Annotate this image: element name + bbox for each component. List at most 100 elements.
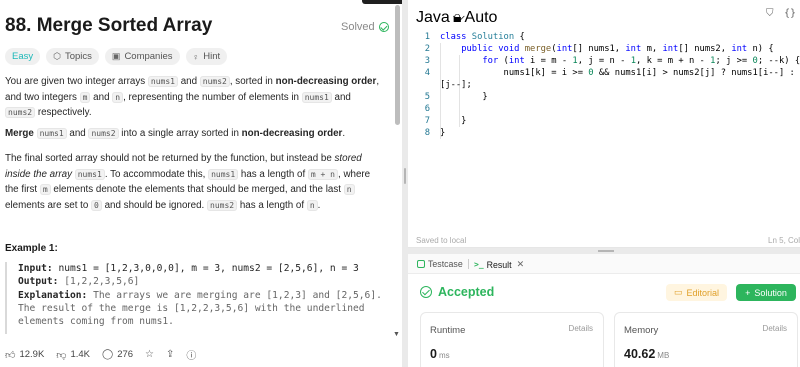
text: elements denote the elements that should… [50,184,344,195]
bold-text: Merge [5,128,34,139]
inline-code: n [343,184,355,195]
details-link[interactable]: Details [569,324,593,333]
description-paragraph-2: Merge nums1 and nums2 into a single arra… [5,126,381,142]
splitter-grip[interactable] [598,250,614,252]
lightbulb-icon: ♀ [192,51,200,62]
inline-code: nums1 [301,91,332,103]
code-line-2: public void merge(int[] nums1, int m, in… [461,44,774,54]
text: You are given two integer arrays [5,76,148,87]
details-link[interactable]: Details [763,324,787,333]
star-icon: ☆ [145,349,155,360]
leetcode-workspace: 88. Merge Sorted Array Solved Easy ⬡ Topi… [0,0,800,367]
inline-code: nums2 [88,128,119,139]
tag-bar: Easy ⬡ Topics ▣ Companies ♀ Hint [5,48,228,65]
memory-card[interactable]: Memory Details 40.62 MB [614,312,798,367]
lock-icon: ▣ [111,51,121,61]
check-circle-icon [378,22,389,32]
check-circle-icon [420,286,432,298]
lock-icon: 🔒︎ [453,9,462,26]
inline-code: n [112,91,124,103]
runtime-label: Runtime [430,325,466,336]
comments-button[interactable]: ◯ 276 [102,349,133,360]
auto-mode-toggle[interactable]: 🔒︎ Auto [453,9,497,27]
like-count: 12.9K [19,349,45,360]
explanation-text: The result of the merge is [1,2,2,3,5,6]… [18,302,365,314]
output-value: [1,2,2,3,5,6] [64,276,140,288]
text: respectively. [35,107,92,118]
comment-count: 276 [117,349,134,360]
description-paragraph-1: You are given two integer arrays nums1 a… [5,74,381,121]
example-title: Example 1: [5,243,58,254]
companies-button[interactable]: ▣ Companies [104,48,180,65]
problem-title: 88. Merge Sorted Array [5,15,213,36]
explanation-text: The arrays we are merging are [1,2,3] an… [93,289,382,301]
solution-button[interactable]: + Solution [736,284,796,301]
text: into a single array sorted in [118,128,242,139]
help-button[interactable]: ⓘ [186,347,196,362]
text: and [331,91,351,103]
topics-button[interactable]: ⬡ Topics [46,48,99,65]
tag-icon: ⬡ [53,51,61,61]
inline-code: m + n [307,168,338,180]
inline-code: nums1 [74,168,105,180]
runtime-card[interactable]: Runtime Details 0 ms [420,312,604,367]
text: . [317,199,321,211]
difficulty-label: Easy [12,51,34,62]
cursor-position: Ln 5, Col [768,236,800,245]
line-number: 5 [424,92,430,102]
line-number: 4 [424,68,430,78]
dislike-count: 1.4K [70,349,90,360]
text: , sorted in [229,76,276,87]
dislike-button[interactable]: 👎︎ 1.4K [56,349,90,361]
bookmark-icon[interactable]: ⛉ [766,8,774,19]
share-icon: ⇪ [166,349,175,360]
description-scrollbar[interactable] [395,5,400,125]
code-line-4: nums1[k] = i >= 0 && nums1[i] > nums2[j]… [440,68,795,78]
solution-label: Solution [754,287,787,298]
runtime-number: 0 [430,347,437,361]
code-line-7: } [440,116,467,126]
code-line-3: for (int i = m - 1, j = n - 1, k = m + n… [482,56,800,66]
checkbox-icon [417,260,425,268]
explanation-label: Explanation: [18,289,88,301]
thumbs-up-icon: 👍︎ [5,349,16,361]
code-line-1: class Solution { [440,32,525,42]
line-number: 6 [424,104,430,114]
tab-label: Testcase [428,259,463,269]
share-button[interactable]: ⇪ [166,349,174,360]
input-label: Input: [18,263,53,274]
runtime-value: 0 ms [430,347,450,361]
like-button[interactable]: 👍︎ 12.9K [5,349,44,361]
close-icon[interactable]: ✕ [517,259,525,270]
companies-label: Companies [124,51,173,62]
scroll-down-arrow-icon[interactable]: ▼ [393,331,400,338]
favorite-button[interactable]: ☆ [145,349,154,360]
code-line-8: } [440,128,446,138]
result-tabs: Testcase >_ Result ✕ [408,254,800,274]
inline-code: nums1 [36,128,67,139]
save-status: Saved to local [416,236,467,245]
comment-icon: ◯ [101,349,114,360]
explanation-text: elements coming from nums1. [18,316,174,328]
language-label: Java [416,9,450,26]
topics-label: Topics [64,51,92,62]
terminal-icon: >_ [474,260,484,269]
editorial-label: Editorial [686,287,720,298]
hint-button[interactable]: ♀ Hint [185,48,228,65]
line-number: 3 [424,56,430,66]
text: and [177,76,200,87]
line-number: 1 [424,32,430,42]
format-code-icon[interactable]: {} [784,8,796,19]
bold-text: non-decreasing order [241,128,343,139]
splitter-grip[interactable] [404,168,406,184]
thumbs-down-icon: 👎︎ [56,349,67,361]
editorial-button[interactable]: ▭ Editorial [666,284,727,301]
book-icon: ▭ [673,287,683,297]
tab-result[interactable]: >_ Result ✕ [474,259,524,270]
inline-code: nums2 [199,76,230,87]
tab-testcase[interactable]: Testcase [417,259,463,269]
text: , representing the number of elements in [123,91,302,103]
text: and should be ignored. [101,199,208,211]
bold-text: non-decreasing order [275,76,377,87]
mode-label: Auto [464,9,498,26]
